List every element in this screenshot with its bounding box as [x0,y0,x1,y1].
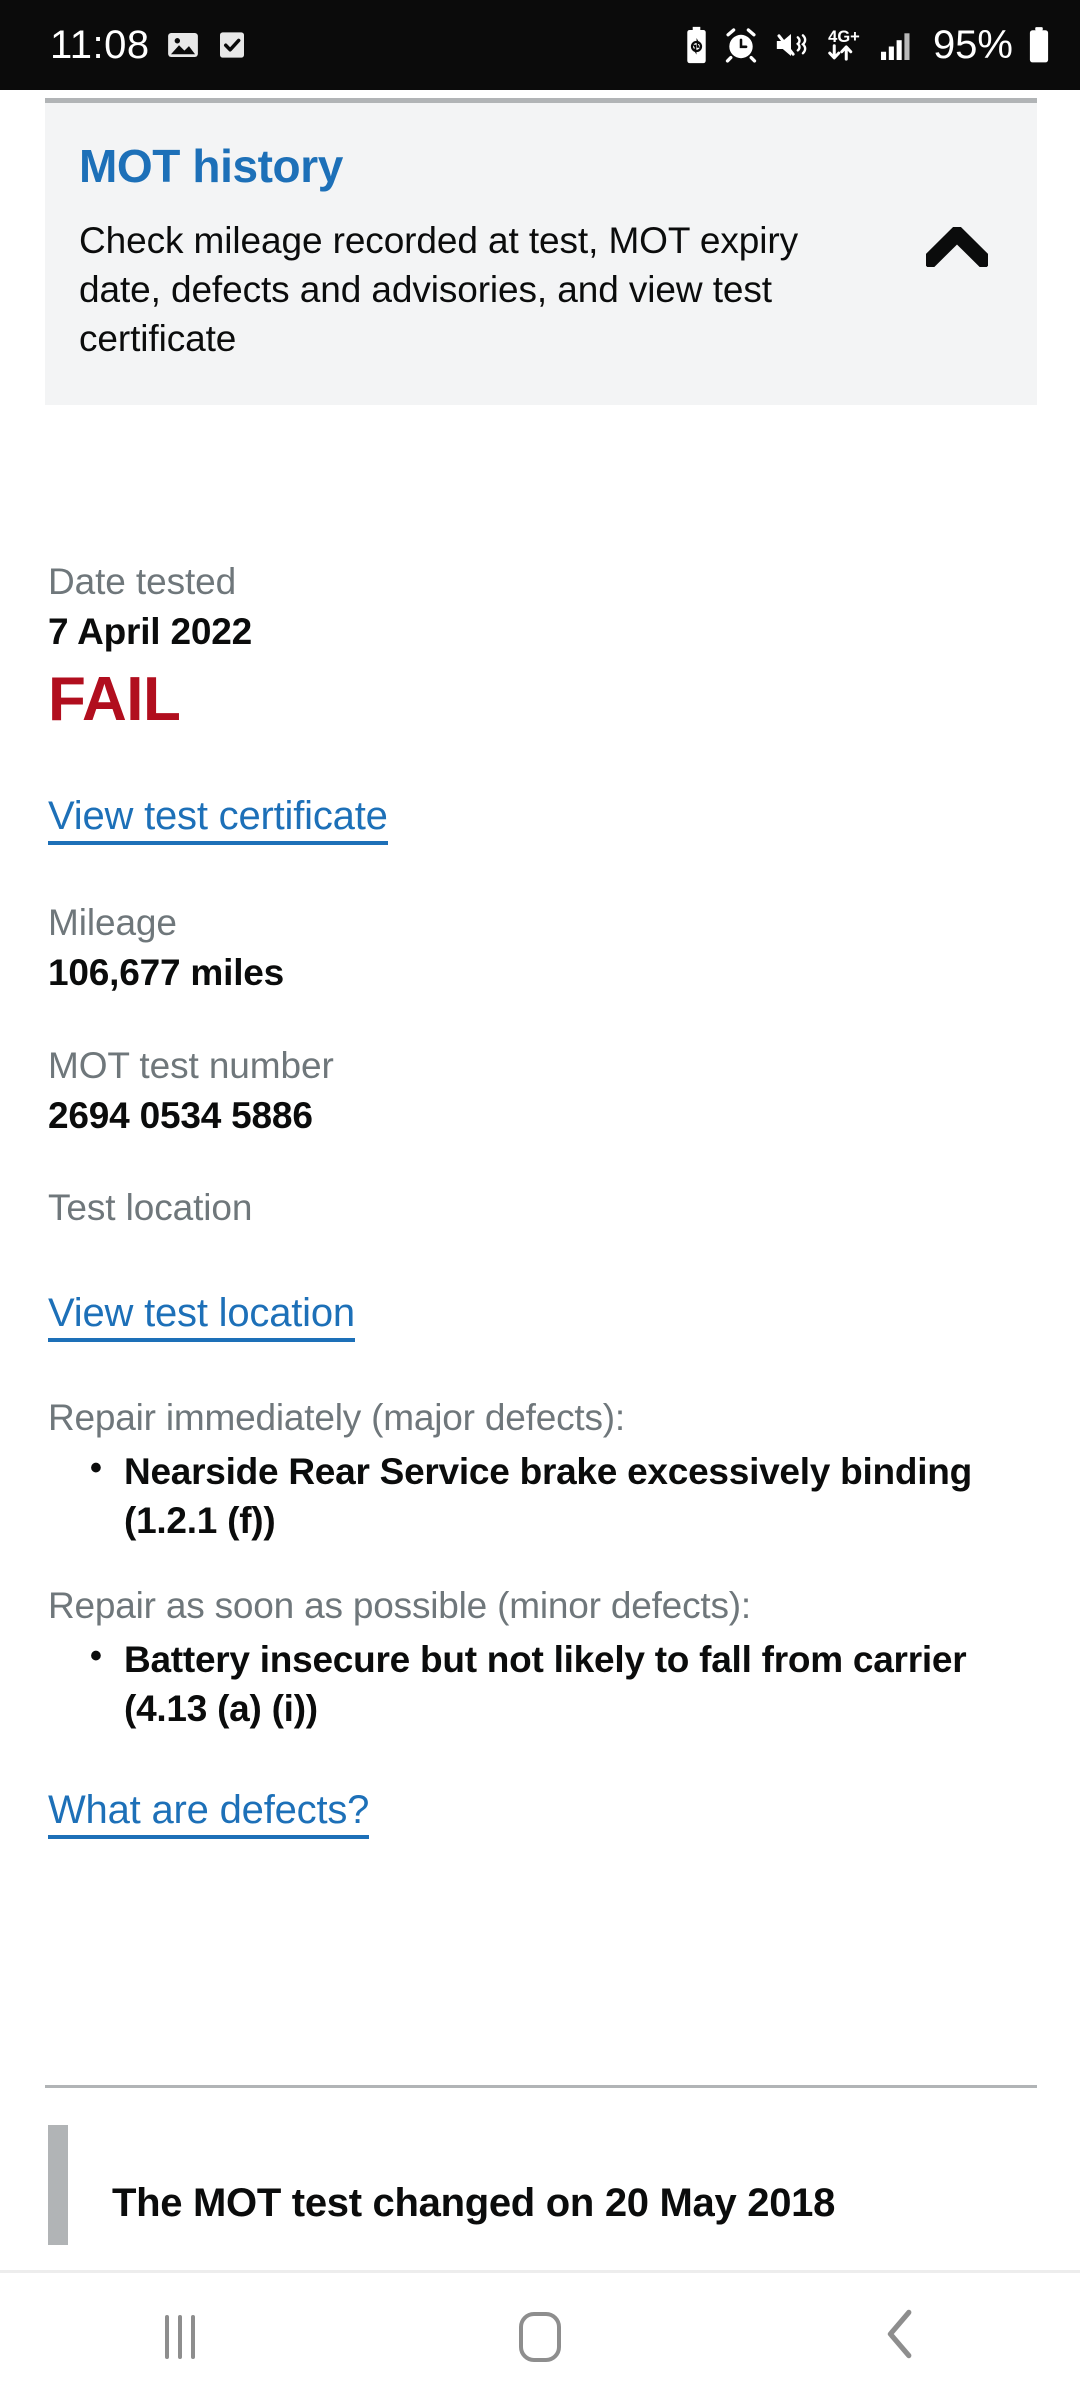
section-divider [45,2085,1037,2088]
svg-text:4G+: 4G+ [828,28,860,46]
mot-test-number-block: MOT test number 2694 0534 5886 [48,1044,1038,1139]
minor-defects-list: Battery insecure but not likely to fall … [48,1634,1038,1734]
status-bar-clock: 11:08 [50,23,150,67]
mileage-value: 106,677 miles [48,952,285,994]
collapse-toggle[interactable] [911,141,1003,272]
view-test-location-link[interactable]: View test location [48,1289,355,1342]
status-bar: 11:08 4G+ 95% [0,0,1080,90]
battery-percentage: 95% [932,23,1013,67]
home-button[interactable] [450,2272,630,2402]
mileage-block: Mileage 106,677 miles [48,901,1038,996]
test-location-block: Test location [48,1186,1038,1230]
battery-icon [1026,26,1052,64]
date-tested-value: 7 April 2022 [48,611,252,653]
minor-defects-block: Repair as soon as possible (minor defect… [48,1584,1038,1734]
date-tested-label: Date tested [48,561,237,602]
list-item: Nearside Rear Service brake excessively … [90,1446,1038,1546]
page-title: MOT history [79,140,343,192]
back-button[interactable] [810,2272,990,2402]
mileage-label: Mileage [48,901,177,943]
mot-history-summary-card[interactable]: MOT history Check mileage recorded at te… [45,98,1037,406]
mot-test-number-value: 2694 0534 5886 [48,1095,313,1137]
checkbox-checked-icon [216,28,248,62]
summary-card-text: MOT history Check mileage recorded at te… [79,141,911,363]
what-are-defects-link[interactable]: What are defects? [48,1786,369,1839]
vibrate-icon [772,28,810,62]
view-test-certificate-link[interactable]: View test certificate [48,792,388,845]
back-chevron-icon[interactable] [884,2308,916,2365]
major-defects-heading: Repair immediately (major defects): [48,1396,625,1438]
list-item: Battery insecure but not likely to fall … [90,1634,1038,1734]
home-icon[interactable] [519,2311,561,2362]
alarm-clock-icon [723,27,759,63]
recents-button[interactable] [90,2272,270,2402]
mobile-data-icon: 4G+ [823,25,865,65]
signal-bars-icon [878,27,914,63]
image-icon [166,28,200,62]
major-defects-block: Repair immediately (major defects): Near… [48,1396,1038,1546]
mot-change-inset: The MOT test changed on 20 May 2018 [48,2125,1038,2245]
chevron-up-icon[interactable] [920,223,994,272]
inset-heading: The MOT test changed on 20 May 2018 [112,2181,836,2225]
android-navigation-bar [0,2270,1080,2400]
status-bar-right: 4G+ 95% [683,25,1052,65]
battery-saver-icon [683,26,710,64]
summary-description: Check mileage recorded at test, MOT expi… [79,219,798,359]
mot-test-number-label: MOT test number [48,1044,334,1086]
recents-icon[interactable] [165,2314,195,2359]
test-result-badge: FAIL [48,664,181,734]
major-defects-list: Nearside Rear Service brake excessively … [48,1446,1038,1546]
inset-accent-bar [48,2125,68,2245]
mot-test-details: Date tested 7 April 2022 FAIL View test … [48,560,1038,1839]
test-location-label: Test location [48,1187,253,1229]
date-tested-block: Date tested 7 April 2022 FAIL [48,560,1038,732]
status-bar-left: 11:08 [50,25,248,65]
minor-defects-heading: Repair as soon as possible (minor defect… [48,1584,751,1626]
page-content: MOT history Check mileage recorded at te… [0,90,1080,2270]
